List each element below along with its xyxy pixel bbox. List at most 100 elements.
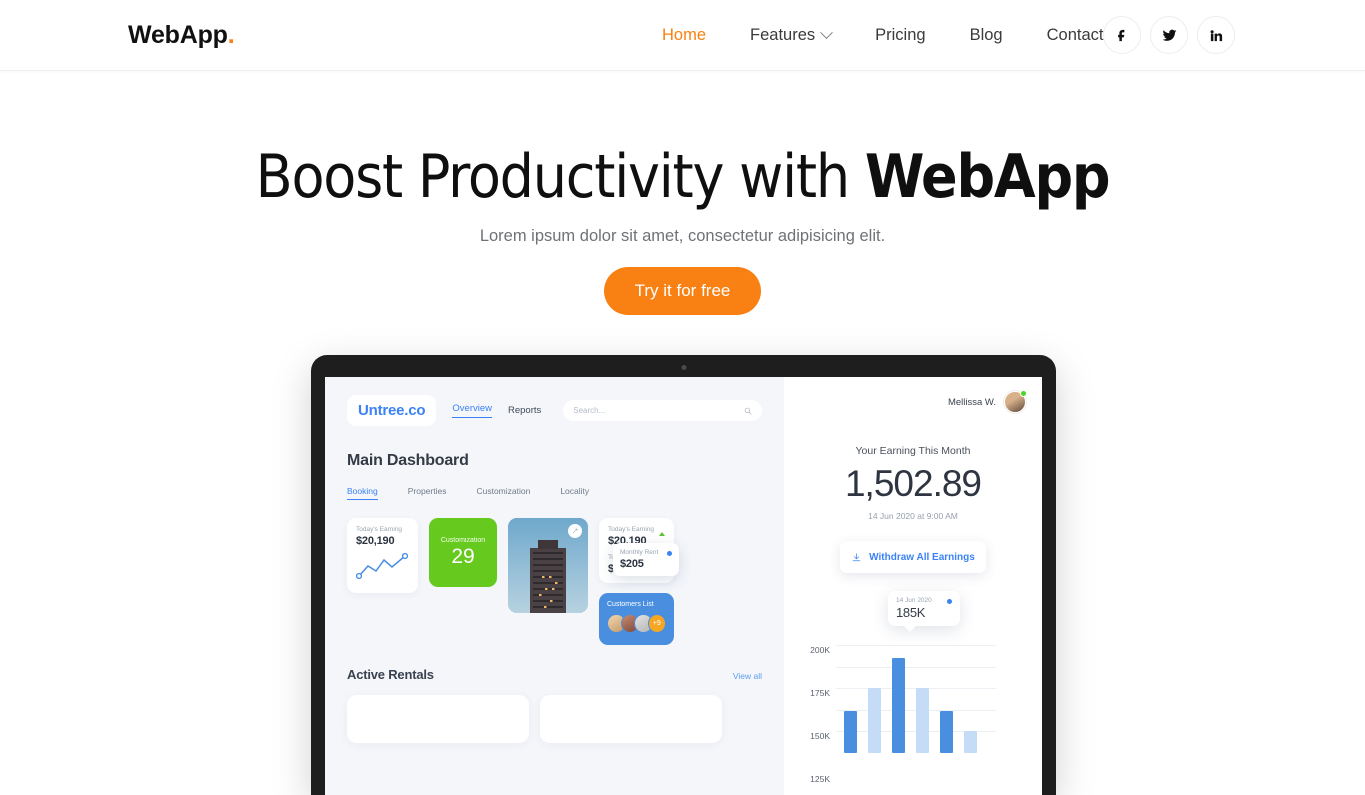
chart-tooltip: 14 Jun 2020 185K: [888, 591, 960, 632]
photo-expand-button[interactable]: [568, 524, 582, 538]
social-links: [1103, 16, 1235, 54]
brand-dot: .: [227, 20, 235, 49]
dashboard-tabs: Booking Properties Customization Localit…: [347, 486, 762, 500]
chart-bar[interactable]: [940, 710, 953, 753]
cards-column-middle: Customization 29: [429, 518, 497, 587]
nav-item-pricing[interactable]: Pricing: [853, 26, 947, 45]
laptop-mockup: Untree.co Overview Reports Search... Mai…: [311, 355, 1056, 795]
status-dot-icon: [667, 551, 672, 556]
list-item[interactable]: [540, 695, 722, 743]
tooltip-value: 185K: [896, 605, 926, 620]
tab-properties[interactable]: Properties: [408, 486, 447, 500]
dashboard-side-panel: Mellissa W. Your Earning This Month 1,50…: [784, 377, 1042, 795]
site-header: WebApp. Home Features Pricing Blog Conta…: [0, 0, 1365, 71]
customization-card[interactable]: Customization 29: [429, 518, 497, 587]
main-nav: Home Features Pricing Blog Contact: [640, 26, 1125, 45]
active-rentals-title: Active Rentals: [347, 667, 434, 682]
user-profile-row[interactable]: Mellissa W.: [800, 390, 1027, 413]
linkedin-icon: [1210, 29, 1222, 41]
hero-title-bold: WebApp: [864, 142, 1111, 212]
active-rentals-header: Active Rentals View all: [347, 667, 762, 682]
chart-bar[interactable]: [916, 688, 929, 753]
download-icon: [852, 552, 861, 561]
chart-bar[interactable]: [844, 710, 857, 753]
nav-item-features[interactable]: Features: [728, 26, 853, 45]
monthly-rent-card[interactable]: Monthly Rent $205: [613, 543, 679, 576]
cards-column-left: Today's Earning $20,190: [347, 518, 418, 593]
nav-label-features: Features: [750, 25, 816, 44]
chart-ytick-label: 150K: [810, 730, 830, 741]
stat-label-0: Today's Earning: [608, 526, 655, 533]
chart-bar[interactable]: [892, 658, 905, 753]
list-item[interactable]: [347, 695, 529, 743]
dashboard-tab-overview[interactable]: Overview: [452, 403, 492, 418]
monthly-rent-label: Monthly Rent: [620, 549, 659, 556]
earning-label: Your Earning This Month: [855, 445, 971, 457]
nav-label-contact: Contact: [1046, 25, 1104, 44]
customization-value: 29: [451, 544, 475, 568]
customers-list-title: Customers List: [607, 601, 654, 608]
balance-stats-card[interactable]: Today's Earning $20,190 Total Balance $7…: [599, 518, 679, 583]
customer-avatars: +9: [607, 614, 666, 633]
avatar-more-count[interactable]: +9: [647, 614, 666, 633]
webcam-icon: [681, 365, 686, 370]
earnings-bar-chart: 14 Jun 2020 185K 200K175K150K125K100K: [800, 591, 1026, 784]
tooltip-date: 14 Jun 2020: [896, 597, 932, 604]
property-photo-card[interactable]: [508, 518, 588, 613]
hero-section: Boost Productivity with WebApp Lorem ips…: [0, 71, 1365, 315]
dashboard-cards-row: Today's Earning $20,190 Customization 29: [347, 518, 762, 645]
brand-logo[interactable]: WebApp.: [128, 20, 235, 49]
tab-customization[interactable]: Customization: [476, 486, 530, 500]
tab-booking[interactable]: Booking: [347, 486, 378, 500]
expand-icon: [572, 528, 578, 534]
dashboard-topbar: Untree.co Overview Reports Search...: [347, 395, 762, 426]
search-placeholder: Search...: [573, 406, 606, 415]
try-it-for-free-button[interactable]: Try it for free: [603, 266, 762, 315]
dashboard-screenshot: Untree.co Overview Reports Search... Mai…: [325, 377, 1042, 795]
todays-earning-value: $20,190: [356, 535, 395, 547]
customization-label: Customization: [440, 536, 486, 544]
user-name: Mellissa W.: [947, 396, 996, 408]
hero-subtitle: Lorem ipsum dolor sit amet, consectetur …: [479, 226, 886, 245]
untree-logo[interactable]: Untree.co: [347, 395, 437, 426]
chart-ytick-label: 175K: [810, 687, 830, 698]
dashboard-tab-reports[interactable]: Reports: [508, 405, 541, 416]
withdraw-label: Withdraw All Earnings: [869, 551, 975, 563]
facebook-icon: [1117, 29, 1124, 41]
chart-bar[interactable]: [964, 731, 977, 753]
dashboard-main: Untree.co Overview Reports Search... Mai…: [325, 377, 784, 795]
rental-cards-list: [347, 695, 762, 743]
monthly-rent-value: $205: [620, 558, 644, 570]
online-status-icon: [1020, 390, 1027, 397]
tab-locality[interactable]: Locality: [560, 486, 589, 500]
avatar[interactable]: [1004, 390, 1027, 413]
todays-earning-card[interactable]: Today's Earning $20,190: [347, 518, 418, 593]
chart-plot-area: 200K175K150K125K100K: [810, 641, 996, 784]
cards-column-right: Today's Earning $20,190 Total Balance $7…: [599, 518, 679, 645]
nav-item-blog[interactable]: Blog: [948, 26, 1025, 45]
tooltip-top-row: 14 Jun 2020: [896, 597, 952, 604]
dashboard-search-input[interactable]: Search...: [563, 400, 762, 421]
hero-title-light: Boost Productivity with: [255, 142, 865, 212]
twitter-icon: [1162, 29, 1176, 41]
todays-earning-label: Today's Earning: [356, 526, 403, 533]
trend-up-icon: [659, 532, 665, 536]
page-title: Boost Productivity with WebApp: [0, 145, 1365, 210]
twitter-link[interactable]: [1150, 16, 1188, 54]
dashboard-title: Main Dashboard: [347, 452, 469, 469]
chart-bar[interactable]: [868, 688, 881, 753]
earning-value: 1,502.89: [844, 463, 982, 504]
nav-item-home[interactable]: Home: [640, 26, 728, 45]
withdraw-all-earnings-button[interactable]: Withdraw All Earnings: [840, 541, 986, 573]
nav-label-home: Home: [662, 25, 707, 44]
view-all-link[interactable]: View all: [733, 671, 762, 681]
customers-list-card[interactable]: Customers List +9: [599, 593, 674, 645]
earning-date: 14 Jun 2020 at 9:00 AM: [868, 511, 958, 521]
search-icon: [744, 407, 752, 415]
nav-label-blog: Blog: [969, 25, 1003, 44]
linkedin-link[interactable]: [1197, 16, 1235, 54]
chevron-down-icon: [820, 25, 834, 39]
brand-name: WebApp: [128, 20, 228, 49]
facebook-link[interactable]: [1103, 16, 1141, 54]
tooltip-dot-icon: [947, 599, 952, 604]
